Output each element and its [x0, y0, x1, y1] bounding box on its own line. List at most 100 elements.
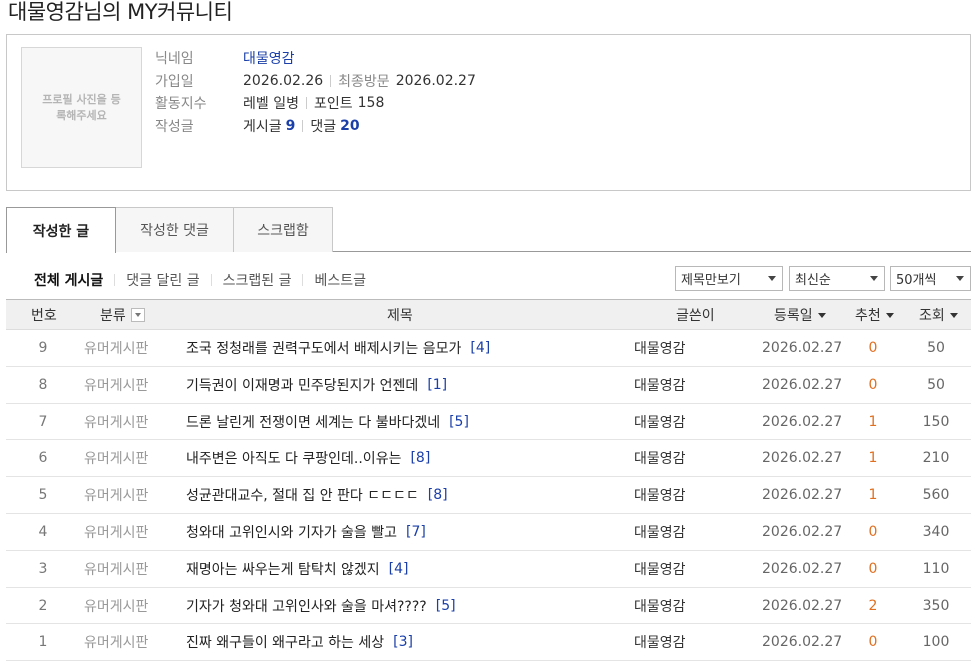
filter-all-posts[interactable]: 전체 게시글 [34, 270, 103, 290]
profile-photo-placeholder[interactable]: 프로필 사진을 등록해주세요 [21, 47, 142, 168]
table-row[interactable]: 3 유머게시판 재명아는 싸우는게 탐탁치 않겠지 [4] 대물영감 2026.02.27… [6, 551, 971, 588]
cell-category[interactable]: 유머게시판 [84, 367, 148, 403]
cell-author[interactable]: 대물영감 [634, 404, 686, 440]
sort-select[interactable]: 최신순 [789, 266, 885, 291]
cell-title[interactable]: 기득권이 이재명과 민주당된지가 언젠데 [1] [186, 367, 447, 403]
cell-author[interactable]: 대물영감 [634, 330, 686, 366]
comment-count[interactable]: [7] [406, 524, 426, 540]
category-dropdown-icon[interactable] [130, 308, 145, 322]
cell-category[interactable]: 유머게시판 [84, 551, 148, 587]
table-row[interactable]: 4 유머게시판 청와대 고위인시와 기자가 술을 빨고 [7] 대물영감 2026.02.… [6, 514, 971, 551]
post-title-link[interactable]: 조국 정청래를 권력구도에서 배제시키는 음모가 [186, 338, 461, 358]
cell-title[interactable]: 드론 날린게 전쟁이면 세계는 다 불바다겠네 [5] [186, 404, 469, 440]
cell-recommend: 0 [868, 340, 878, 356]
post-table: 번호 분류 제목 글쓴이 등록일 추천 조회 9 유머게시판 조국 정청래를 권력구… [6, 299, 971, 662]
cell-views: 210 [922, 450, 950, 467]
per-page-select[interactable]: 50개씩 [890, 266, 971, 291]
cell-no: 1 [38, 634, 48, 651]
header-title: 제목 [387, 308, 413, 324]
cell-no: 9 [38, 340, 48, 356]
post-title-link[interactable]: 진짜 왜구들이 왜구라고 하는 세상 [186, 632, 384, 652]
cell-title[interactable]: 조국 정청래를 권력구도에서 배제시키는 음모가 [4] [186, 330, 490, 366]
divider [330, 74, 332, 87]
cell-no: 8 [38, 376, 48, 393]
cell-category[interactable]: 유머게시판 [84, 330, 148, 366]
header-views[interactable]: 조회 [919, 300, 958, 330]
cell-author[interactable]: 대물영감 [634, 367, 686, 403]
post-title-link[interactable]: 내주변은 아직도 다 쿠팡인데..이유는 [186, 448, 401, 468]
cell-title[interactable]: 성균관대교수, 절대 집 안 판다 ㄷㄷㄷㄷ [8] [186, 477, 448, 513]
table-row[interactable]: 5 유머게시판 성균관대교수, 절대 집 안 판다 ㄷㄷㄷㄷ [8] 대물영감 2026.… [6, 477, 971, 514]
table-row[interactable]: 1 유머게시판 진짜 왜구들이 왜구라고 하는 세상 [3] 대물영감 2026.02.2… [6, 624, 971, 662]
posts-label: 작성글 [155, 118, 194, 135]
activity-label: 활동지수 [155, 96, 207, 113]
sort-down-icon [817, 312, 826, 318]
comment-count[interactable]: [4] [470, 340, 490, 356]
table-row[interactable]: 2 유머게시판 기자가 청와대 고위인사와 술을 마셔???? [5] 대물영감 2026… [6, 588, 971, 625]
cell-title[interactable]: 진짜 왜구들이 왜구라고 하는 세상 [3] [186, 624, 413, 660]
post-title-link[interactable]: 재명아는 싸우는게 탐탁치 않겠지 [186, 559, 380, 579]
table-row[interactable]: 6 유머게시판 내주변은 아직도 다 쿠팡인데..이유는 [8] 대물영감 2026.02… [6, 440, 971, 478]
cell-title[interactable]: 내주변은 아직도 다 쿠팡인데..이유는 [8] [186, 440, 430, 476]
tab-written-comments[interactable]: 작성한 댓글 [115, 207, 234, 252]
sort-down-icon [885, 312, 894, 318]
cell-author[interactable]: 대물영감 [634, 624, 686, 660]
profile-photo-text: 프로필 사진을 등록해주세요 [42, 92, 121, 122]
cell-author[interactable]: 대물영감 [634, 440, 686, 476]
post-title-link[interactable]: 성균관대교수, 절대 집 안 판다 ㄷㄷㄷㄷ [186, 485, 419, 505]
nickname-value[interactable]: 대물영감 [243, 48, 295, 68]
joined-row: 가입일 2026.02.26 최종방문 2026.02.27 [155, 70, 476, 93]
cell-title[interactable]: 청와대 고위인시와 기자가 술을 빨고 [7] [186, 514, 426, 550]
comment-count[interactable]: [5] [449, 414, 469, 430]
cell-no: 6 [38, 450, 48, 467]
table-row[interactable]: 8 유머게시판 기득권이 이재명과 민주당된지가 언젠데 [1] 대물영감 2026.02… [6, 367, 971, 404]
cell-category[interactable]: 유머게시판 [84, 404, 148, 440]
cell-author[interactable]: 대물영감 [634, 477, 686, 513]
comment-count[interactable]: [8] [428, 487, 448, 503]
cell-recommend: 0 [868, 634, 878, 651]
post-title-link[interactable]: 드론 날린게 전쟁이면 세계는 다 불바다겠네 [186, 412, 440, 432]
comments-text: 댓글 [310, 118, 337, 135]
cell-category[interactable]: 유머게시판 [84, 588, 148, 624]
cell-recommend: 2 [868, 597, 878, 614]
cell-category[interactable]: 유머게시판 [84, 440, 148, 476]
cell-category[interactable]: 유머게시판 [84, 624, 148, 660]
divider [210, 274, 212, 286]
cell-title[interactable]: 재명아는 싸우는게 탐탁치 않겠지 [4] [186, 551, 409, 587]
comment-count[interactable]: [5] [436, 598, 456, 614]
comment-count[interactable]: [3] [393, 634, 413, 650]
posts-count[interactable]: 9 [286, 118, 296, 134]
comments-count[interactable]: 20 [340, 118, 359, 134]
filter-scrapped-posts[interactable]: 스크랩된 글 [223, 270, 292, 290]
comment-count[interactable]: [1] [427, 377, 447, 393]
cell-author[interactable]: 대물영감 [634, 514, 686, 550]
header-views-label: 조회 [919, 308, 945, 324]
post-title-link[interactable]: 기득권이 이재명과 민주당된지가 언젠데 [186, 375, 418, 395]
cell-author[interactable]: 대물영감 [634, 551, 686, 587]
post-title-link[interactable]: 기자가 청와대 고위인사와 술을 마셔???? [186, 596, 427, 616]
cell-category[interactable]: 유머게시판 [84, 514, 148, 550]
cell-date: 2026.02.27 [762, 340, 843, 356]
header-date[interactable]: 등록일 [774, 300, 826, 330]
table-row[interactable]: 7 유머게시판 드론 날린게 전쟁이면 세계는 다 불바다겠네 [5] 대물영감 2026… [6, 404, 971, 441]
post-title-link[interactable]: 청와대 고위인시와 기자가 술을 빨고 [186, 522, 397, 542]
cell-category[interactable]: 유머게시판 [84, 477, 148, 513]
cell-author[interactable]: 대물영감 [634, 588, 686, 624]
filter-commented-posts[interactable]: 댓글 달린 글 [126, 270, 199, 290]
tab-written-posts[interactable]: 작성한 글 [6, 207, 116, 253]
cell-date: 2026.02.27 [762, 597, 843, 614]
filter-best-posts[interactable]: 베스트글 [314, 270, 366, 290]
points-label: 포인트 [313, 96, 353, 113]
cell-no: 4 [38, 523, 48, 540]
comment-count[interactable]: [4] [389, 561, 409, 577]
header-category[interactable]: 분류 [100, 300, 145, 330]
comment-count[interactable]: [8] [410, 450, 430, 466]
post-filter-bar: 전체 게시글 댓글 달린 글 스크랩된 글 베스트글 [34, 270, 366, 290]
cell-title[interactable]: 기자가 청와대 고위인사와 술을 마셔???? [5] [186, 588, 456, 624]
tab-scraps[interactable]: 스크랩함 [233, 207, 333, 252]
view-mode-select[interactable]: 제목만보기 [675, 266, 783, 291]
chevron-down-icon [768, 276, 776, 281]
header-recommend[interactable]: 추천 [855, 300, 894, 330]
cell-recommend: 1 [868, 450, 878, 467]
table-row[interactable]: 9 유머게시판 조국 정청래를 권력구도에서 배제시키는 음모가 [4] 대물영감 202… [6, 330, 971, 367]
